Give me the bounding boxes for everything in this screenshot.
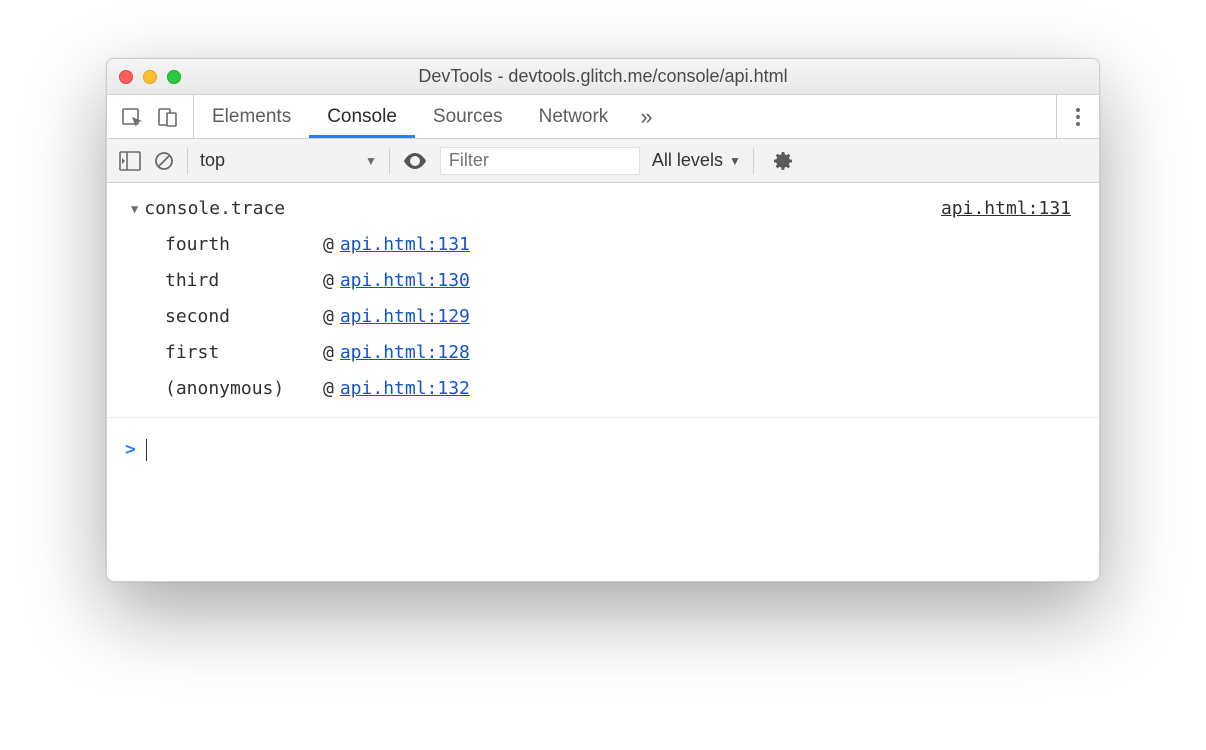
- more-options-icon[interactable]: [1075, 106, 1081, 128]
- stack-fn: (anonymous): [165, 371, 323, 407]
- console-toolbar: top ▼ All levels ▼: [107, 139, 1099, 183]
- at-glyph: @: [323, 335, 334, 371]
- tab-console[interactable]: Console: [309, 95, 415, 138]
- stack-frame: second @ api.html:129: [121, 299, 941, 335]
- stack-source-link[interactable]: api.html:128: [340, 335, 470, 371]
- stack-source-link[interactable]: api.html:130: [340, 263, 470, 299]
- console-sidebar-toggle-icon[interactable]: [119, 151, 141, 171]
- filter-input[interactable]: [440, 147, 640, 175]
- tabs: Elements Console Sources Network »: [194, 95, 667, 138]
- at-glyph: @: [323, 299, 334, 335]
- disclosure-triangle-icon[interactable]: ▼: [131, 197, 138, 221]
- context-label: top: [200, 150, 225, 171]
- tab-elements[interactable]: Elements: [194, 95, 309, 138]
- console-settings-icon[interactable]: [772, 150, 794, 172]
- stack-fn: fourth: [165, 227, 323, 263]
- console-output: ▼ console.trace fourth @ api.html:131 th…: [107, 183, 1099, 486]
- tabs-overflow-button[interactable]: »: [626, 104, 666, 130]
- trace-header[interactable]: ▼ console.trace: [121, 191, 941, 227]
- stack-source-link[interactable]: api.html:131: [340, 227, 470, 263]
- tabs-left-tools: [107, 95, 194, 138]
- console-trace-entry: ▼ console.trace fourth @ api.html:131 th…: [107, 187, 1099, 418]
- stack-source-link[interactable]: api.html:129: [340, 299, 470, 335]
- inspect-element-icon[interactable]: [121, 106, 143, 128]
- tab-network[interactable]: Network: [521, 95, 627, 138]
- console-prompt[interactable]: >: [107, 418, 1099, 482]
- device-toolbar-icon[interactable]: [157, 106, 179, 128]
- stack-fn: third: [165, 263, 323, 299]
- stack-frame: (anonymous) @ api.html:132: [121, 371, 941, 407]
- toolbar-divider: [389, 148, 390, 174]
- log-levels-select[interactable]: All levels ▼: [652, 150, 741, 171]
- stack-frame: first @ api.html:128: [121, 335, 941, 371]
- at-glyph: @: [323, 227, 334, 263]
- at-glyph: @: [323, 371, 334, 407]
- at-glyph: @: [323, 263, 334, 299]
- text-caret: [146, 439, 147, 461]
- live-expression-icon[interactable]: [402, 152, 428, 170]
- dropdown-triangle-icon: ▼: [365, 154, 377, 168]
- toolbar-divider: [187, 148, 188, 174]
- message-origin-link[interactable]: api.html:131: [941, 191, 1085, 227]
- toolbar-divider: [753, 148, 754, 174]
- devtools-tabbar: Elements Console Sources Network »: [107, 95, 1099, 139]
- execution-context-select[interactable]: top ▼: [200, 150, 377, 171]
- levels-label: All levels: [652, 150, 723, 171]
- trace-left: ▼ console.trace fourth @ api.html:131 th…: [121, 191, 941, 407]
- stack-fn: first: [165, 335, 323, 371]
- titlebar: DevTools - devtools.glitch.me/console/ap…: [107, 59, 1099, 95]
- prompt-chevron-icon: >: [125, 432, 136, 468]
- trace-label: console.trace: [144, 191, 285, 227]
- tab-sources[interactable]: Sources: [415, 95, 521, 138]
- devtools-window: DevTools - devtools.glitch.me/console/ap…: [106, 58, 1100, 582]
- stack-frame: third @ api.html:130: [121, 263, 941, 299]
- window-title: DevTools - devtools.glitch.me/console/ap…: [107, 66, 1099, 87]
- stack-frame: fourth @ api.html:131: [121, 227, 941, 263]
- stack-source-link[interactable]: api.html:132: [340, 371, 470, 407]
- stack-fn: second: [165, 299, 323, 335]
- tabs-right: [1056, 95, 1099, 138]
- clear-console-icon[interactable]: [153, 150, 175, 172]
- dropdown-triangle-icon: ▼: [729, 154, 741, 168]
